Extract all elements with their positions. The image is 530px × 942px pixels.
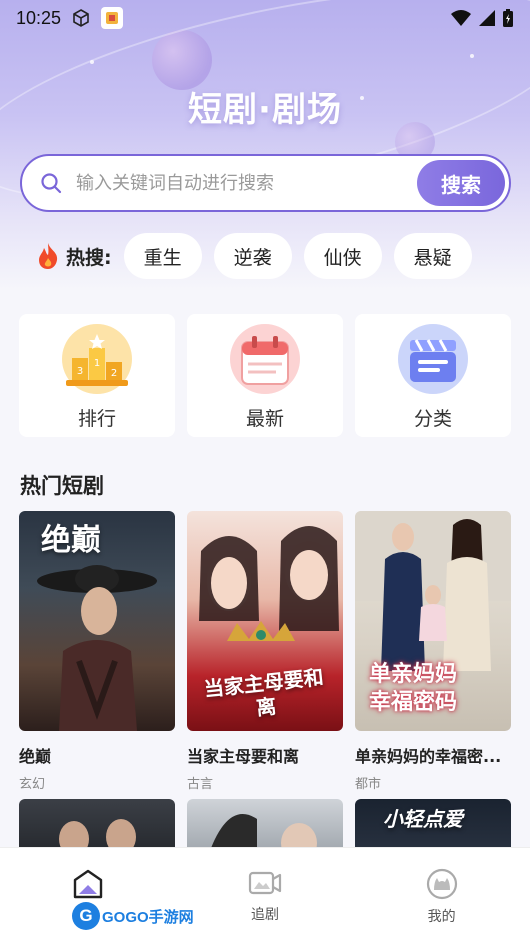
tab-label: 我的 bbox=[427, 909, 456, 925]
watermark-logo: G GOGO手游网 bbox=[72, 902, 194, 930]
search-button[interactable]: 搜索 bbox=[417, 160, 505, 206]
page-title: 短剧·剧场 bbox=[188, 90, 342, 130]
star-decoration bbox=[90, 60, 94, 64]
drama-card[interactable]: 绝巅 绝巅 玄幻 bbox=[19, 511, 175, 792]
poster-title-text: 单亲妈妈幸福密码 bbox=[369, 662, 458, 715]
signal-icon bbox=[479, 10, 495, 26]
poster-title-text: 绝巅 bbox=[41, 523, 101, 558]
tab-label: 追剧 bbox=[251, 907, 279, 923]
category-label: 排行 bbox=[77, 408, 116, 430]
category-ranking[interactable]: 3 1 2 排行 bbox=[19, 314, 175, 437]
search-icon bbox=[41, 173, 62, 194]
category-latest[interactable]: 最新 bbox=[187, 314, 343, 437]
category-label: 分类 bbox=[413, 408, 452, 430]
hot-tag[interactable]: 逆袭 bbox=[213, 233, 292, 279]
category-label: 最新 bbox=[245, 408, 284, 430]
hot-search-label: 热搜: bbox=[66, 246, 112, 269]
home-theater-icon bbox=[74, 869, 103, 899]
svg-text:3: 3 bbox=[77, 366, 83, 377]
category-classify[interactable]: 分类 bbox=[355, 314, 511, 437]
drama-genre: 玄幻 bbox=[19, 777, 46, 792]
star-decoration bbox=[470, 54, 474, 58]
hot-search-row: 热搜: 重生 逆袭 仙侠 悬疑 bbox=[36, 233, 484, 279]
drama-grid: 绝巅 绝巅 玄幻 当家主母要和离 当家主母要和离 古言 单亲妈妈幸福密码 单亲妈… bbox=[19, 511, 511, 792]
watermark-text: GOGO手游网 bbox=[102, 908, 194, 926]
hot-tag[interactable]: 重生 bbox=[123, 233, 202, 279]
wifi-icon bbox=[451, 10, 471, 26]
drama-poster: 当家主母要和离 bbox=[187, 511, 343, 731]
drama-card[interactable]: 当家主母要和离 当家主母要和离 古言 bbox=[187, 511, 343, 792]
video-camera-icon bbox=[248, 871, 282, 895]
poster-title-text: 小轻点爱 bbox=[383, 807, 463, 831]
tab-follow[interactable]: 追剧 bbox=[177, 848, 354, 942]
section-title: 热门短剧 bbox=[20, 474, 104, 498]
search-input[interactable] bbox=[76, 172, 417, 194]
drama-title: 当家主母要和离 bbox=[187, 747, 300, 766]
flame-icon bbox=[39, 243, 58, 269]
drama-poster: 绝巅 bbox=[19, 511, 175, 731]
app-notification-icon bbox=[101, 7, 124, 29]
hot-tag[interactable]: 悬疑 bbox=[393, 233, 472, 279]
clapperboard-icon bbox=[398, 324, 468, 394]
watermark-g-icon: G bbox=[72, 902, 100, 930]
drama-poster: 单亲妈妈幸福密码 bbox=[355, 511, 511, 731]
status-time: 10:25 bbox=[16, 7, 62, 28]
profile-icon bbox=[426, 868, 457, 900]
calendar-icon bbox=[230, 324, 300, 394]
drama-card[interactable]: 单亲妈妈幸福密码 单亲妈妈的幸福密... 都市 bbox=[355, 511, 511, 792]
battery-icon bbox=[503, 9, 513, 27]
cube-icon bbox=[73, 9, 89, 27]
podium-icon: 3 1 2 bbox=[62, 324, 132, 394]
search-bar: 搜索 bbox=[20, 154, 511, 212]
category-shortcuts: 3 1 2 排行 最新 分类 bbox=[19, 314, 511, 437]
status-bar: 10:25 bbox=[0, 0, 530, 36]
hot-tag[interactable]: 仙侠 bbox=[303, 233, 382, 279]
tab-profile[interactable]: 我的 bbox=[353, 848, 530, 942]
drama-genre: 都市 bbox=[355, 777, 382, 792]
svg-text:2: 2 bbox=[111, 368, 117, 379]
drama-title: 单亲妈妈的幸福密... bbox=[355, 747, 502, 766]
drama-genre: 古言 bbox=[187, 777, 214, 792]
drama-title: 绝巅 bbox=[19, 747, 52, 766]
svg-text:1: 1 bbox=[94, 358, 100, 369]
